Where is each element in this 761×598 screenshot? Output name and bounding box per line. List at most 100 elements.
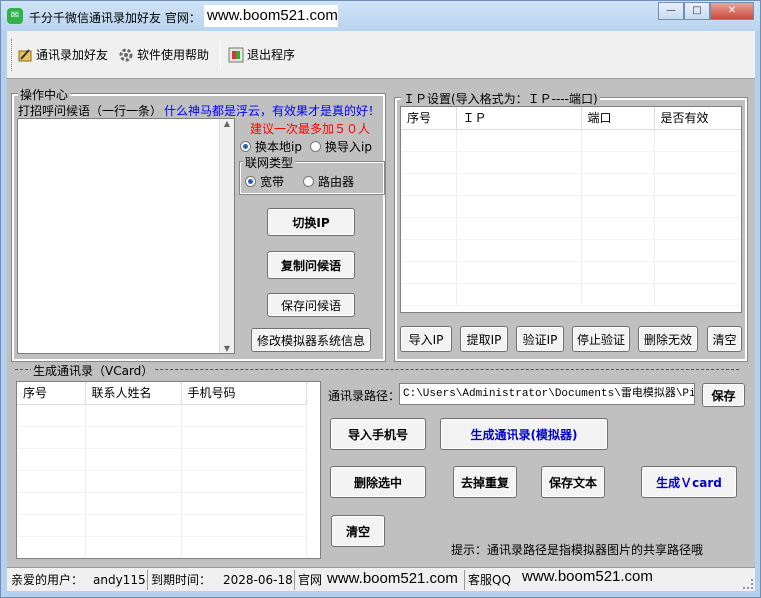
help-label: 软件使用帮助 [137,48,210,62]
ops-group: 操作中心 打招呼问候语（一行一条） 什么神马都是浮云，有效果才是真的好！ ▲ ▼… [11,86,386,362]
clear-ip-button[interactable]: 清空 [707,326,742,352]
net-type-group: 联网类型 宽带 路由器 [239,154,385,195]
close-button[interactable]: ✕ [710,2,754,20]
table-row [17,470,307,493]
title-url: www.boom521.com [204,5,338,27]
table-row [17,536,307,558]
modify-emulator-button[interactable]: 修改模拟器系统信息 [251,328,371,352]
site-label: 官网 [298,573,323,587]
resize-grip-icon[interactable] [743,579,753,589]
gen-vcard-button[interactable]: 生成Ｖcard [641,466,737,498]
net-type-label: 联网类型 [243,154,296,171]
contacts-add-label: 通讯录加好友 [36,48,109,62]
col-phone[interactable]: 手机号码 [181,382,307,405]
table-row [17,404,307,427]
exit-button[interactable]: 退出程序 [228,46,295,63]
status-divider [294,570,295,590]
user-value: andy115 [93,573,146,587]
table-row [401,239,741,262]
table-row [401,173,741,196]
ip-group: ＩＰ设置(导入格式为：ＩＰ----端口) 序号 ＩＰ 端口 是否有效 导入IP … [394,90,748,362]
table-row [401,217,741,240]
window-title: 千分千微信通讯录加好友 官网： [29,11,201,25]
qq-value[interactable]: www.boom521.com [522,568,653,586]
contacts-add-button[interactable]: 通讯录加好友 [17,46,108,63]
verify-ip-button[interactable]: 验证IP [516,326,564,352]
greeting-scrollbar[interactable]: ▲ ▼ [219,119,234,353]
ops-group-title: 操作中心 [18,86,71,103]
switch-ip-button[interactable]: 切换IP [267,208,355,236]
scroll-up-icon[interactable]: ▲ [220,119,234,128]
qq-label: 客服QQ [468,573,511,587]
import-phone-button[interactable]: 导入手机号 [330,418,426,450]
radio-broadband[interactable]: 宽带 [245,173,284,190]
radio-dot-icon [303,176,314,187]
ip-table-header: 序号 ＩＰ 端口 是否有效 [401,107,741,130]
radio-dot-on-icon [245,176,256,187]
col-valid[interactable]: 是否有效 [654,107,741,130]
exit-icon [228,47,244,63]
radio-import-ip-label: 换导入ip [325,140,372,154]
title-bar: ✉ 千分千微信通讯录加好友 官网： www.boom521.com — □ ✕ [1,1,760,31]
stop-verify-button[interactable]: 停止验证 [572,326,630,352]
client-area: 通讯录加好友 软件使用帮助 退出程序 操作中心 打招呼问候语（一行一条） 什么神… [7,31,755,591]
radio-broadband-label: 宽带 [260,175,285,189]
radio-local-ip[interactable]: 换本地ip [240,138,302,155]
greeting-tip: 什么神马都是浮云，有效果才是真的好！ [164,104,381,118]
extract-ip-button[interactable]: 提取IP [460,326,508,352]
import-ip-button[interactable]: 导入IP [400,326,452,352]
ip-group-title: ＩＰ设置(导入格式为：ＩＰ----端口) [401,90,600,107]
expire-value: 2028-06-18 [223,573,293,587]
site-value[interactable]: www.boom521.com [327,570,458,588]
col-port[interactable]: 端口 [581,107,655,130]
copy-greeting-button[interactable]: 复制问候语 [267,251,355,279]
save-path-button[interactable]: 保存 [702,383,745,407]
path-label: 通讯录路径： [328,389,401,403]
dedupe-button[interactable]: 去掉重复 [453,466,517,498]
maximize-button[interactable]: □ [684,2,710,20]
ip-table[interactable]: 序号 ＩＰ 端口 是否有效 [400,106,742,313]
toolbar-grip[interactable] [11,39,13,71]
radio-local-ip-label: 换本地ip [255,140,302,154]
greeting-textarea[interactable]: ▲ ▼ [17,118,235,354]
table-row [17,514,307,537]
save-text-button[interactable]: 保存文本 [541,466,605,498]
gear-icon [118,47,134,63]
status-divider [464,570,465,590]
table-row [17,448,307,471]
gen-emulator-contacts-button[interactable]: 生成通讯录(模拟器) [440,418,608,450]
main-window: ✉ 千分千微信通讯录加好友 官网： www.boom521.com — □ ✕ … [0,0,761,598]
scroll-down-icon[interactable]: ▼ [220,344,234,353]
delete-selected-button[interactable]: 删除选中 [330,466,426,498]
path-input[interactable]: C:\Users\Administrator\Documents\雷电模拟器\P… [399,383,695,405]
delete-invalid-button[interactable]: 删除无效 [638,326,698,352]
col-index[interactable]: 序号 [401,107,457,130]
table-row [17,492,307,515]
clear-vcard-button[interactable]: 清空 [331,515,385,547]
col-ip[interactable]: ＩＰ [456,107,582,130]
vcard-table[interactable]: 序号 联系人姓名 手机号码 [16,381,321,559]
radio-router[interactable]: 路由器 [303,173,354,190]
vcard-tip: 提示：通讯录路径是指模拟器图片的共享路径哦 [451,543,704,557]
col-index[interactable]: 序号 [17,382,86,405]
status-bar: 亲爱的用户： andy115 到期时间： 2028-06-18 官网 www.b… [7,567,755,591]
toolbar: 通讯录加好友 软件使用帮助 退出程序 [7,31,755,79]
radio-import-ip[interactable]: 换导入ip [310,138,372,155]
ip-table-grid: 序号 ＩＰ 端口 是否有效 [401,107,741,306]
user-label: 亲爱的用户： [11,573,84,587]
table-row [401,195,741,218]
window-controls: — □ ✕ [658,2,754,20]
minimize-button[interactable]: — [658,2,684,20]
status-divider [147,570,148,590]
radio-router-label: 路由器 [318,175,355,189]
pen-icon [17,47,33,63]
suggest-text: 建议一次最多加５０人 [250,122,371,136]
col-contact-name[interactable]: 联系人姓名 [85,382,182,405]
vcard-table-grid: 序号 联系人姓名 手机号码 [17,382,307,558]
help-button[interactable]: 软件使用帮助 [118,46,209,63]
table-row [401,261,741,284]
greeting-label: 打招呼问候语（一行一条） [18,104,163,118]
vcard-group-title: 生成通讯录（VCard） [31,362,156,379]
table-row [17,426,307,449]
save-greeting-button[interactable]: 保存问候语 [267,293,355,317]
